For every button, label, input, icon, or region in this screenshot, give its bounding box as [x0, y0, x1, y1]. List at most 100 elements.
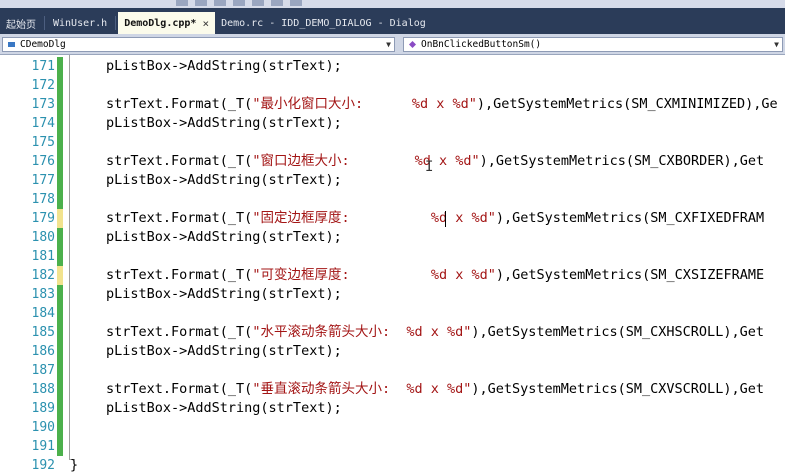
- code-text: strText.Format(_T("水平滚动条箭头大小: %d x %d"),…: [106, 323, 764, 342]
- code-text: pListBox->AddString(strText);: [106, 57, 342, 76]
- change-tracking-bar: [57, 57, 63, 76]
- mouse-ibeam-cursor: I: [425, 159, 434, 175]
- code-text: strText.Format(_T("垂直滚动条箭头大小: %d x %d"),…: [106, 380, 764, 399]
- line-number: 188: [31, 382, 55, 397]
- line-number: 171: [31, 59, 55, 74]
- line-number: 192: [31, 458, 55, 472]
- code-token: ),GetSystemMetrics(SM_CXHSCROLL),Get: [471, 324, 764, 340]
- code-line[interactable]: 173 strText.Format(_T("最小化窗口大小: %d x %d")…: [0, 95, 785, 114]
- code-text: strText.Format(_T("固定边框厚度: %d x %d"),Get…: [106, 209, 764, 228]
- tab-demodlg-cpp[interactable]: DemoDlg.cpp* ×: [118, 12, 216, 34]
- class-combo-value: CDemoDlg: [20, 38, 66, 50]
- tab-separator: [115, 16, 117, 30]
- code-token: pListBox->AddString(strText);: [106, 286, 342, 302]
- code-line[interactable]: 184: [0, 304, 785, 323]
- code-line[interactable]: 177 pListBox->AddString(strText);: [0, 171, 785, 190]
- code-line[interactable]: 188 strText.Format(_T("垂直滚动条箭头大小: %d x %d…: [0, 380, 785, 399]
- tab-label: WinUser.h: [53, 17, 108, 29]
- code-line[interactable]: 185 strText.Format(_T("水平滚动条箭头大小: %d x %d…: [0, 323, 785, 342]
- code-editor[interactable]: 171 pListBox->AddString(strText); 172 173 st…: [0, 55, 785, 472]
- method-combo[interactable]: OnBnClickedButtonSm() ▼: [403, 36, 783, 52]
- code-line[interactable]: 180 pListBox->AddString(strText);: [0, 228, 785, 247]
- string-literal: "水平滚动条箭头大小: %d x %d": [252, 324, 472, 340]
- code-line[interactable]: 191: [0, 437, 785, 456]
- code-line[interactable]: 181: [0, 247, 785, 266]
- chevron-down-icon[interactable]: ▼: [774, 40, 779, 49]
- line-number: 178: [31, 192, 55, 207]
- code-line[interactable]: 186 pListBox->AddString(strText);: [0, 342, 785, 361]
- code-text: pListBox->AddString(strText);: [106, 399, 342, 418]
- code-line[interactable]: 190: [0, 418, 785, 437]
- document-tab-bar: 起始页 WinUser.h DemoDlg.cpp* × Demo.rc - I…: [0, 8, 785, 34]
- line-number: 187: [31, 363, 55, 378]
- code-line[interactable]: 176 strText.Format(_T("窗口边框大小: %d x %d"),…: [0, 152, 785, 171]
- toolbar-button[interactable]: [271, 0, 283, 6]
- code-token: pListBox->AddString(strText);: [106, 58, 342, 74]
- code-line[interactable]: 178: [0, 190, 785, 209]
- code-token: strText.Format(_T(: [106, 210, 253, 226]
- close-icon[interactable]: ×: [202, 17, 209, 30]
- toolbar-button[interactable]: [290, 0, 302, 6]
- code-token: strText.Format(_T(: [106, 96, 253, 112]
- toolbar-button[interactable]: [233, 0, 245, 6]
- code-text: pListBox->AddString(strText);: [106, 285, 342, 304]
- change-tracking-bar: [57, 152, 63, 171]
- code-token: pListBox->AddString(strText);: [106, 343, 342, 359]
- code-line[interactable]: 183 pListBox->AddString(strText);: [0, 285, 785, 304]
- code-line[interactable]: 189 pListBox->AddString(strText);: [0, 399, 785, 418]
- code-token: strText.Format(_T(: [106, 267, 253, 283]
- code-text: strText.Format(_T("窗口边框大小: %d x %d"),Get…: [106, 152, 764, 171]
- code-token: pListBox->AddString(strText);: [106, 400, 342, 416]
- code-line[interactable]: 172: [0, 76, 785, 95]
- code-line[interactable]: 192}: [0, 456, 785, 472]
- change-tracking-bar: [57, 133, 63, 152]
- change-tracking-bar: [57, 247, 63, 266]
- code-token: }: [70, 457, 79, 472]
- code-token: ),GetSystemMetrics(SM_CXMINIMIZED),Ge: [476, 96, 778, 112]
- line-number: 184: [31, 306, 55, 321]
- string-literal: "固定边框厚度: %d x %d": [252, 210, 496, 226]
- line-number: 180: [31, 230, 55, 245]
- change-tracking-bar: [57, 95, 63, 114]
- class-combo[interactable]: CDemoDlg ▼: [2, 36, 395, 52]
- tab-start-page[interactable]: 起始页: [0, 12, 42, 34]
- code-text: pListBox->AddString(strText);: [106, 228, 342, 247]
- string-literal: "垂直滚动条箭头大小: %d x %d": [252, 381, 472, 397]
- toolbar-button[interactable]: [195, 0, 207, 6]
- tab-label: 起始页: [6, 19, 36, 31]
- change-tracking-bar: [57, 209, 63, 228]
- change-tracking-bar: [57, 380, 63, 399]
- code-token: ),GetSystemMetrics(SM_CXFIXEDFRAM: [495, 210, 765, 226]
- change-tracking-bar: [57, 76, 63, 95]
- chevron-down-icon[interactable]: ▼: [386, 40, 391, 49]
- toolbar-button[interactable]: [214, 0, 226, 6]
- code-line[interactable]: 175: [0, 133, 785, 152]
- tab-demo-rc-dialog[interactable]: Demo.rc - IDD_DEMO_DIALOG - Dialog: [215, 12, 432, 34]
- code-token: ),GetSystemMetrics(SM_CXSIZEFRAME: [495, 267, 765, 283]
- change-tracking-bar: [57, 114, 63, 133]
- tab-label: Demo.rc - IDD_DEMO_DIALOG - Dialog: [221, 17, 426, 29]
- toolbar-button[interactable]: [176, 0, 188, 6]
- code-text: pListBox->AddString(strText);: [106, 114, 342, 133]
- toolbar-button[interactable]: [252, 0, 264, 6]
- line-number: 185: [31, 325, 55, 340]
- code-line[interactable]: 179 strText.Format(_T("固定边框厚度: %d x %d"),…: [0, 209, 785, 228]
- class-icon: [8, 41, 15, 47]
- code-line[interactable]: 171 pListBox->AddString(strText);: [0, 57, 785, 76]
- line-number: 175: [31, 135, 55, 150]
- line-number: 189: [31, 401, 55, 416]
- change-tracking-bar: [57, 361, 63, 380]
- code-line[interactable]: 182 strText.Format(_T("可变边框厚度: %d x %d"),…: [0, 266, 785, 285]
- change-tracking-bar: [57, 228, 63, 247]
- code-text: strText.Format(_T("可变边框厚度: %d x %d"),Get…: [106, 266, 764, 285]
- code-text: pListBox->AddString(strText);: [106, 342, 342, 361]
- tab-winuser-h[interactable]: WinUser.h: [47, 12, 113, 34]
- change-tracking-bar: [57, 399, 63, 418]
- tab-label: DemoDlg.cpp*: [124, 17, 197, 29]
- line-number: 183: [31, 287, 55, 302]
- code-token: strText.Format(_T(: [106, 381, 253, 397]
- string-literal: "窗口边框大小: %d x %d": [252, 153, 480, 169]
- change-tracking-bar: [57, 171, 63, 190]
- code-line[interactable]: 187: [0, 361, 785, 380]
- code-line[interactable]: 174 pListBox->AddString(strText);: [0, 114, 785, 133]
